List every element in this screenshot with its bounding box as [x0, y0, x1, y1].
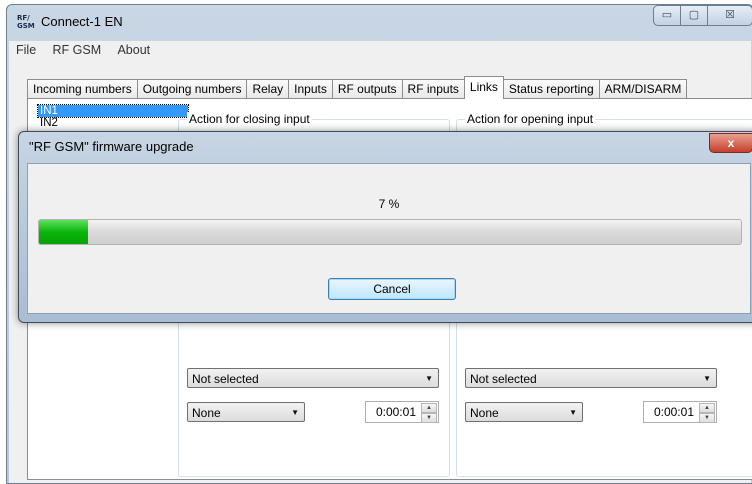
app-icon: RF/GSM [17, 14, 35, 30]
close-button[interactable]: ☒ [707, 5, 752, 26]
opening-action-value: Not selected [470, 372, 537, 386]
closing-action-label: Action for closing input [187, 112, 312, 126]
tab-incoming-numbers[interactable]: Incoming numbers [27, 79, 138, 99]
progress-fill [39, 220, 89, 244]
window-title: Connect-1 EN [41, 14, 123, 29]
title-bar[interactable]: RF/GSM Connect-1 EN ▭ ▢ ☒ [7, 5, 752, 39]
tab-outgoing-numbers[interactable]: Outgoing numbers [136, 79, 248, 99]
cancel-button[interactable]: Cancel [328, 278, 456, 300]
tab-status-reporting[interactable]: Status reporting [502, 79, 600, 99]
tab-strip: Incoming numbers Outgoing numbers Relay Inp… [27, 76, 688, 99]
menu-file[interactable]: File [9, 41, 42, 57]
menu-about[interactable]: About [110, 41, 156, 57]
closing-time-value: 0:00:01 [375, 405, 416, 419]
tab-relay[interactable]: Relay [246, 79, 290, 99]
list-item[interactable]: IN2 [38, 117, 188, 129]
menu-rf-gsm[interactable]: RF GSM [46, 41, 108, 57]
chevron-down-icon: ▼ [425, 374, 433, 383]
spin-down-icon[interactable]: ▼ [421, 413, 437, 423]
menu-bar: File RF GSM About [9, 41, 751, 61]
tab-rf-inputs[interactable]: RF inputs [401, 79, 465, 99]
minimize-button[interactable]: ▭ [653, 5, 681, 26]
closing-time-spinner[interactable]: 0:00:01 ▲ ▼ [365, 401, 439, 423]
tab-links[interactable]: Links [463, 76, 504, 99]
spin-down-icon[interactable]: ▼ [699, 413, 715, 423]
chevron-down-icon: ▼ [569, 408, 577, 417]
opening-mode-value: None [470, 406, 499, 420]
tab-arm-disarm[interactable]: ARM/DISARM [598, 79, 688, 99]
closing-action-select[interactable]: Not selected ▼ [187, 368, 439, 388]
progress-percent-text: 7 % [378, 197, 400, 211]
inputs-listbox[interactable]: IN1 IN2 [37, 104, 189, 129]
firmware-upgrade-dialog: "RF GSM" firmware upgrade x 7 % Cancel [18, 131, 752, 323]
closing-action-value: Not selected [192, 372, 259, 386]
caption-buttons: ▭ ▢ ☒ [653, 5, 752, 27]
dialog-body: 7 % Cancel [27, 163, 751, 314]
spinner-buttons: ▲ ▼ [421, 403, 437, 423]
opening-time-spinner[interactable]: 0:00:01 ▲ ▼ [643, 401, 717, 423]
dialog-title: "RF GSM" firmware upgrade [29, 139, 194, 154]
list-item[interactable]: IN1 [37, 104, 189, 118]
dialog-close-button[interactable]: x [709, 133, 752, 153]
opening-mode-select[interactable]: None ▼ [465, 402, 583, 422]
closing-mode-select[interactable]: None ▼ [187, 402, 305, 422]
chevron-down-icon: ▼ [703, 374, 711, 383]
tab-rf-outputs[interactable]: RF outputs [331, 79, 403, 99]
progress-bar [38, 219, 742, 245]
spin-up-icon[interactable]: ▲ [699, 403, 715, 413]
spin-up-icon[interactable]: ▲ [421, 403, 437, 413]
closing-mode-value: None [192, 406, 221, 420]
maximize-button[interactable]: ▢ [680, 5, 708, 26]
opening-action-label: Action for opening input [465, 112, 596, 126]
opening-action-select[interactable]: Not selected ▼ [465, 368, 717, 388]
tab-inputs[interactable]: Inputs [288, 79, 333, 99]
opening-time-value: 0:00:01 [653, 405, 694, 419]
spinner-buttons: ▲ ▼ [699, 403, 715, 423]
chevron-down-icon: ▼ [291, 408, 299, 417]
